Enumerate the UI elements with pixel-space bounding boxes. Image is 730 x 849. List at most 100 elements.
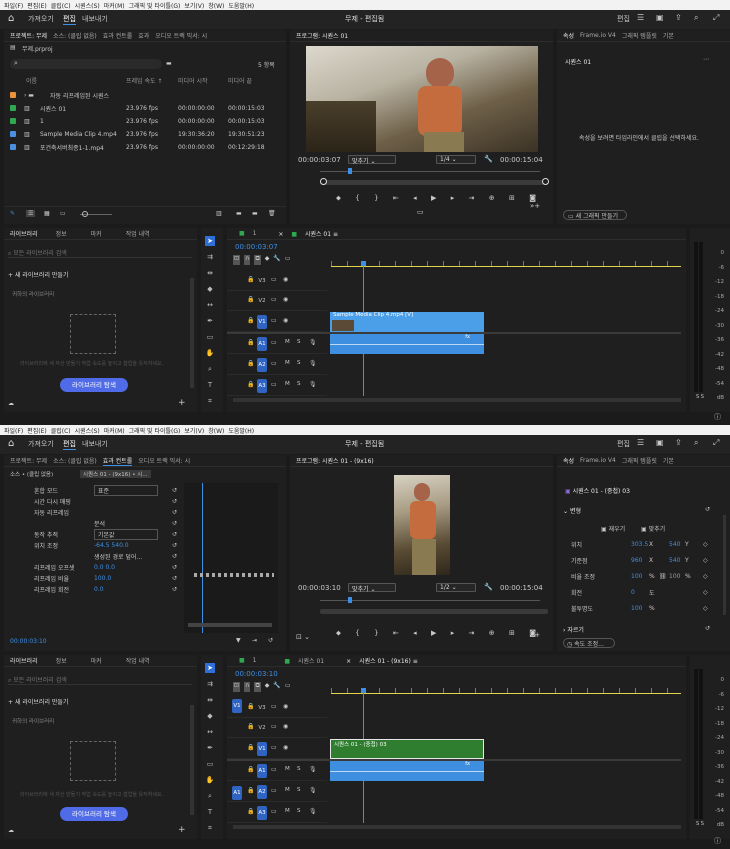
keyframe-icon[interactable]: ◇ [703, 589, 708, 596]
eye-icon[interactable]: ◉ [283, 703, 288, 710]
add-icon[interactable]: + [178, 825, 186, 835]
property-value-2[interactable]: 540 [669, 557, 680, 564]
nav-edit[interactable]: 편집 [63, 14, 76, 25]
step-forward-icon[interactable]: ▸ [451, 629, 455, 639]
menu-clip[interactable]: 클립(C) [51, 426, 71, 435]
menu-sequence[interactable]: 시퀀스(S) [75, 426, 100, 435]
ec-property-row[interactable]: 혼합 모드 표준 ↺ [4, 484, 180, 496]
work-area-bar[interactable] [331, 693, 681, 694]
mute-button[interactable]: M [285, 766, 290, 772]
quality-select[interactable]: 1/2 ⌄ [436, 583, 476, 592]
nest-icon[interactable]: ⊡ [233, 255, 241, 265]
quality-select[interactable]: 1/4 ⌄ [436, 155, 476, 164]
ec-property-row[interactable]: 리프레임 회전 0.0 ↺ [4, 584, 180, 594]
selection-tool-icon[interactable]: ➤ [205, 663, 215, 673]
property-value-1[interactable]: 0 [631, 589, 635, 596]
add-icon[interactable]: + [178, 398, 186, 408]
ec-property-value[interactable]: 분석 [94, 519, 105, 528]
rectangle-icon[interactable]: ▭ [205, 759, 215, 769]
label-color-swatch[interactable] [10, 144, 16, 150]
library-search-input[interactable]: ⌕ 모든 라이브러리 검색 [8, 248, 192, 258]
tab-info[interactable]: 정보 [56, 229, 67, 238]
eye-icon[interactable]: ◉ [283, 317, 288, 324]
reset-icon[interactable]: ↺ [172, 487, 177, 494]
tab-audio-mixer[interactable]: 오디오 트랙 믹서: 시 [138, 456, 190, 465]
info-icon[interactable]: ⓘ [714, 836, 721, 846]
zoom-scroll-right-handle[interactable] [542, 178, 549, 185]
lock-icon[interactable]: 🔒 [247, 339, 254, 346]
track-target-v2[interactable]: V2 [257, 294, 267, 308]
ec-sequence-label[interactable]: 시퀀스 01 - (9x16) • 시... [80, 470, 151, 478]
add-button-icon[interactable]: »+ [530, 202, 540, 210]
marker-icon[interactable]: ⬥ [336, 629, 341, 639]
wrench-icon[interactable]: 🔧 [484, 583, 493, 591]
search-icon[interactable]: ⌕ [694, 13, 698, 23]
add-marker-icon[interactable]: ◆ [265, 682, 270, 692]
library-scrollbar[interactable] [190, 705, 194, 815]
mark-out-icon[interactable]: } [374, 194, 378, 204]
list-item[interactable]: ▥ 1 23.976 fps 00:00:00:00 00:00:15:03 [4, 116, 286, 126]
razor-icon[interactable]: ◆ [205, 284, 215, 294]
mic-icon[interactable]: 🎙 [309, 787, 317, 794]
track-target-a3[interactable]: A3 [257, 379, 267, 393]
type-icon[interactable]: T [205, 380, 215, 390]
snap-icon[interactable]: ∩ [244, 682, 251, 692]
tab-history[interactable]: 작업 내역 [126, 656, 150, 665]
step-back-icon[interactable]: ◂ [413, 629, 417, 639]
solo-button[interactable]: S [297, 339, 301, 345]
mute-button[interactable]: M [285, 787, 290, 793]
property-value-2[interactable]: 100 [669, 573, 680, 580]
track-target-a3[interactable]: A3 [257, 806, 267, 820]
tab-graphic-templates[interactable]: 그래픽 템플릿 [622, 456, 657, 465]
lock-icon[interactable]: 🔒 [247, 723, 254, 730]
properties-scrollbar[interactable] [723, 515, 726, 615]
tab-program[interactable]: 프로그램: 시퀀스 01 [296, 31, 348, 40]
track-select-icon[interactable]: ⇉ [205, 252, 215, 262]
new-bin-icon[interactable]: ▬ [166, 60, 172, 67]
reset-icon[interactable]: ↺ [172, 520, 177, 527]
ec-property-value[interactable]: 0.0 [94, 586, 104, 593]
expand-icon[interactable]: ⤢ [713, 13, 719, 23]
timeline-timecode[interactable]: 00:00:03:10 [235, 670, 278, 678]
automate-icon[interactable]: ▥ [216, 210, 222, 217]
new-bin-icon[interactable]: ▬ [236, 210, 242, 217]
lock-icon[interactable]: 🔒 [247, 381, 254, 388]
solo-button[interactable]: S [297, 360, 301, 366]
nav-import[interactable]: 가져오기 [28, 14, 54, 24]
tab-properties[interactable]: 속성 [563, 31, 574, 40]
eye-icon[interactable]: ◉ [283, 723, 288, 730]
zoom-icon[interactable]: ⌕ [205, 791, 215, 801]
video-clip[interactable]: Sample Media Clip 4.mp4 [V] [330, 312, 484, 332]
mic-icon[interactable]: 🎙 [309, 808, 317, 815]
play-icon[interactable]: ▶ [431, 194, 436, 204]
play-icon[interactable]: ▶ [431, 629, 436, 639]
pen-icon[interactable]: ✒ [205, 316, 215, 326]
time-ruler[interactable] [331, 688, 681, 693]
ec-property-row[interactable]: 위치 조정 -64.5 540.0 ↺ [4, 540, 180, 550]
sync-lock-icon[interactable]: ▭ [271, 703, 277, 710]
ec-source-label[interactable]: 소스 • (클립 없음) [10, 470, 53, 478]
source-a1-patch[interactable]: A1 [232, 786, 242, 800]
work-area-bar[interactable] [331, 266, 681, 267]
browse-libraries-button[interactable]: 라이브러리 탐색 [60, 378, 128, 392]
ec-property-value[interactable]: 생성된 경로 덮어... [94, 552, 142, 561]
reset-icon[interactable]: ↺ [172, 531, 177, 538]
menu-clip[interactable]: 클립(C) [51, 1, 71, 10]
mark-out-icon[interactable]: } [374, 629, 378, 639]
menu-marker[interactable]: 마커(M) [104, 1, 125, 10]
program-video-frame[interactable] [394, 475, 450, 575]
eye-icon[interactable]: ◉ [283, 296, 288, 303]
playhead-marker[interactable] [348, 597, 352, 603]
property-value-1[interactable]: 100 [631, 605, 642, 612]
cloud-icon[interactable]: ☁ [8, 827, 14, 834]
audio-clip[interactable]: fx [330, 334, 484, 354]
menu-graphics[interactable]: 그래픽 및 타이틀(G) [129, 1, 181, 10]
sync-lock-icon[interactable]: ▭ [271, 787, 277, 794]
zoom-slider-handle[interactable] [82, 211, 88, 217]
label-color-swatch[interactable] [10, 92, 16, 98]
left-scrollbar[interactable] [233, 825, 333, 829]
zoom-scrollbar[interactable] [320, 180, 548, 185]
tab-frameio[interactable]: Frame.io V4 [580, 32, 616, 39]
ec-property-row[interactable]: 동작 추적 기본값 ↺ [4, 528, 180, 540]
create-library-button[interactable]: + 새 라이브러리 만들기 [8, 697, 68, 706]
